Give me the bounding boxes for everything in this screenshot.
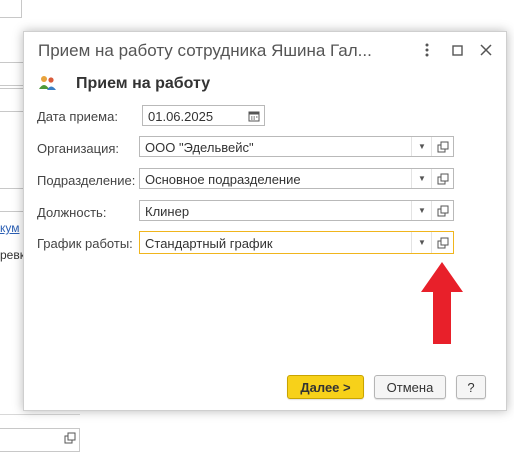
position-open-icon[interactable] [431, 201, 454, 220]
maximize-icon[interactable] [447, 40, 467, 60]
close-icon[interactable] [476, 40, 496, 60]
calendar-icon[interactable] [244, 106, 264, 125]
schedule-open-icon[interactable] [431, 232, 454, 253]
hire-date-field[interactable]: 01.06.2025 [142, 105, 265, 126]
more-menu-icon[interactable] [417, 40, 437, 60]
hire-date-label: Дата приема: [37, 109, 118, 124]
dialog-titlebar[interactable]: Прием на работу сотрудника Яшина Гал... [24, 32, 506, 68]
organization-label: Организация: [37, 141, 120, 156]
organization-field[interactable]: ООО "Эдельвейс" ▼ [139, 136, 454, 157]
position-dropdown-icon[interactable]: ▼ [411, 201, 432, 220]
next-button[interactable]: Далее > [287, 375, 364, 399]
position-value: Клинер [145, 204, 190, 219]
employee-icon [38, 74, 58, 92]
background-field[interactable] [0, 188, 24, 212]
organization-dropdown-icon[interactable]: ▼ [411, 137, 432, 156]
position-field[interactable]: Клинер ▼ [139, 200, 454, 221]
department-field[interactable]: Основное подразделение ▼ [139, 168, 454, 189]
hire-date-value: 01.06.2025 [148, 109, 214, 124]
background-link[interactable]: кум [0, 221, 20, 235]
position-label: Должность: [37, 205, 107, 220]
schedule-label: График работы: [37, 236, 133, 251]
schedule-value: Стандартный график [145, 236, 273, 251]
background-field[interactable] [0, 0, 22, 18]
department-label: Подразделение: [37, 173, 136, 188]
annotation-arrow-icon [421, 262, 463, 344]
background-text: ревк [0, 248, 25, 262]
form-header: Прием на работу [76, 75, 211, 92]
department-dropdown-icon[interactable]: ▼ [411, 169, 432, 188]
department-open-icon[interactable] [431, 169, 454, 188]
department-value: Основное подразделение [145, 172, 301, 187]
background-field[interactable] [0, 88, 24, 112]
organization-open-icon[interactable] [431, 137, 454, 156]
background-divider [0, 414, 80, 415]
open-icon[interactable] [64, 432, 76, 447]
organization-value: ООО "Эдельвейс" [145, 140, 254, 155]
schedule-field[interactable]: Стандартный график ▼ [139, 231, 454, 254]
cancel-button[interactable]: Отмена [374, 375, 446, 399]
dialog-title: Прием на работу сотрудника Яшина Гал... [38, 41, 372, 60]
background-field[interactable] [0, 428, 80, 452]
schedule-dropdown-icon[interactable]: ▼ [411, 232, 432, 253]
background-field[interactable] [0, 62, 24, 86]
help-button[interactable]: ? [456, 375, 486, 399]
hire-dialog: Прием на работу сотрудника Яшина Гал... … [23, 31, 507, 411]
